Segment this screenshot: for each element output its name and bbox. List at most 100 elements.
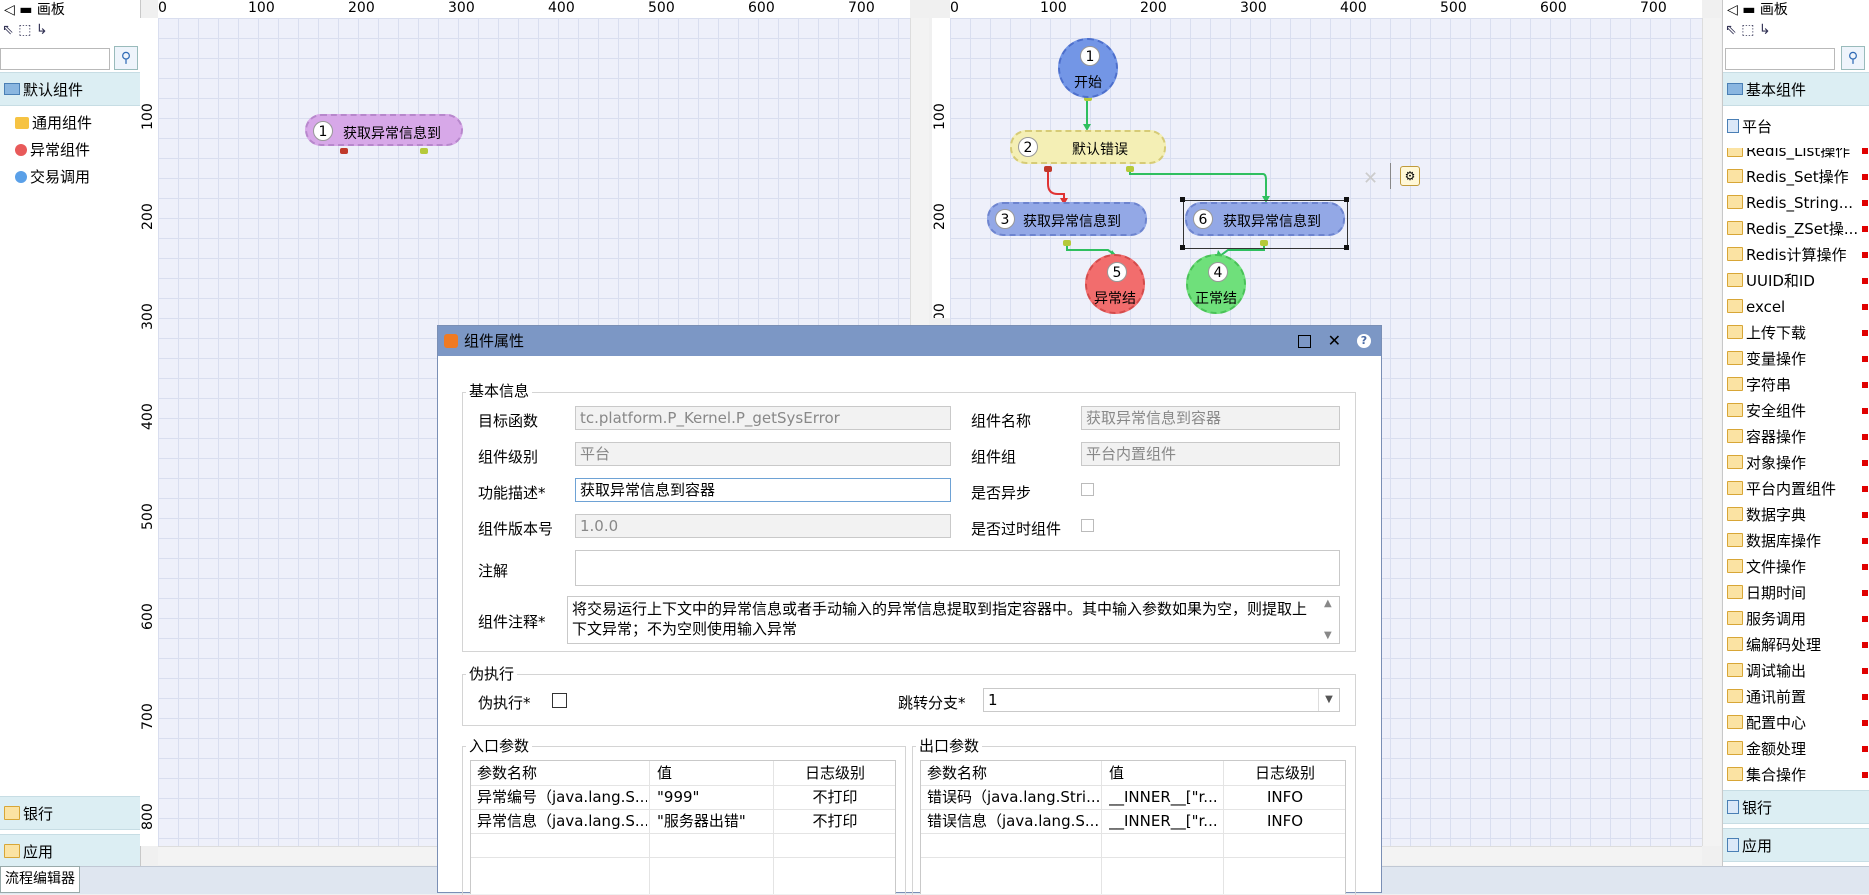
palette-item[interactable]: 日期时间 xyxy=(1727,582,1869,604)
palette-item[interactable]: 字符串 xyxy=(1727,374,1869,396)
connector-icon[interactable]: ↳ xyxy=(1759,22,1771,38)
palette-item[interactable]: 通讯前置 xyxy=(1727,686,1869,708)
deprecated-checkbox[interactable] xyxy=(1081,519,1094,532)
column-header[interactable]: 参数名称 xyxy=(927,761,987,785)
left-section-app[interactable]: 应用 xyxy=(0,834,140,868)
pseudo-exec-checkbox[interactable] xyxy=(552,693,567,708)
table-cell[interactable]: 错误信息（java.lang.S... xyxy=(927,809,1099,833)
flow-editor-tab[interactable]: 流程编辑器 xyxy=(0,866,80,893)
table-cell[interactable]: INFO xyxy=(1223,785,1345,809)
default-error-node[interactable]: 2 默认错误 xyxy=(1010,130,1166,164)
left-item-transaction[interactable]: 交易调用 xyxy=(15,166,90,188)
palette-item[interactable]: 配置中心 xyxy=(1727,712,1869,734)
palette-item[interactable]: Redis_String... xyxy=(1727,192,1869,214)
component-name-field[interactable]: 获取异常信息到容器 xyxy=(1081,406,1340,430)
table-cell[interactable]: __INNER__["r... xyxy=(1109,785,1221,809)
table-cell[interactable]: 不打印 xyxy=(773,809,895,833)
column-header[interactable]: 日志级别 xyxy=(1223,761,1345,785)
function-desc-field[interactable]: 获取异常信息到容器 xyxy=(575,478,951,502)
get-exception-node-3[interactable]: 3 获取异常信息到 xyxy=(987,202,1147,236)
palette-item[interactable]: Redis计算操作 xyxy=(1727,244,1869,266)
table-cell[interactable]: 异常编号（java.lang.S... xyxy=(477,785,647,809)
column-header[interactable]: 值 xyxy=(1109,761,1124,785)
left-section-default[interactable]: 默认组件 xyxy=(0,72,140,106)
palette-item[interactable]: 平台内置组件 xyxy=(1727,478,1869,500)
right-search-button[interactable]: ⚲ xyxy=(1841,46,1865,70)
palette-item[interactable]: excel xyxy=(1727,296,1869,318)
palette-item[interactable]: 数据库操作 xyxy=(1727,530,1869,552)
scroll-up-icon[interactable]: ▲ xyxy=(1324,598,1332,609)
left-item-general[interactable]: 通用组件 xyxy=(15,112,92,134)
palette-item[interactable]: 变量操作 xyxy=(1727,348,1869,370)
async-checkbox[interactable] xyxy=(1081,483,1094,496)
marquee-icon[interactable]: ⬚ xyxy=(1741,22,1754,38)
palette-item[interactable]: Redis_List操作 xyxy=(1727,148,1869,162)
node-port-error[interactable] xyxy=(340,148,348,154)
left-section-bank[interactable]: 银行 xyxy=(0,796,140,830)
right-section-bank[interactable]: 银行 xyxy=(1723,790,1869,824)
right-section-basic[interactable]: 基本组件 xyxy=(1723,72,1869,106)
column-header[interactable]: 参数名称 xyxy=(477,761,537,785)
palette-item[interactable]: 编解码处理 xyxy=(1727,634,1869,656)
branch-select[interactable]: 1 ▼ xyxy=(983,688,1340,712)
right-section-platform[interactable]: 平台 xyxy=(1727,116,1772,138)
pointer-icon[interactable]: ⇖ xyxy=(2,22,14,38)
left-search-input[interactable] xyxy=(0,48,110,70)
help-icon[interactable]: ? xyxy=(1357,334,1371,348)
collapse-icon[interactable]: ◁ ▬ xyxy=(1727,2,1760,18)
table-cell[interactable]: INFO xyxy=(1223,809,1345,833)
selection-handle[interactable] xyxy=(1180,245,1185,250)
version-field[interactable]: 1.0.0 xyxy=(575,514,951,538)
close-icon[interactable]: ✕ xyxy=(1328,326,1341,356)
palette-item[interactable]: 容器操作 xyxy=(1727,426,1869,448)
dialog-titlebar[interactable]: 组件属性 ✕ ? xyxy=(438,326,1381,356)
table-cell[interactable]: 异常信息（java.lang.S... xyxy=(477,809,647,833)
connector-icon[interactable]: ↳ xyxy=(36,22,48,38)
node-label: 正常结 xyxy=(1195,291,1237,307)
marquee-icon[interactable]: ⬚ xyxy=(18,22,31,38)
right-canvas-vscroll[interactable] xyxy=(1702,18,1721,846)
right-search-input[interactable] xyxy=(1725,48,1835,70)
edit-properties-icon[interactable]: ⚙ xyxy=(1400,166,1420,186)
palette-item[interactable]: 数据字典 xyxy=(1727,504,1869,526)
palette-item[interactable]: 服务调用 xyxy=(1727,608,1869,630)
left-search-button[interactable]: ⚲ xyxy=(114,46,138,70)
palette-item[interactable]: 集合操作 xyxy=(1727,764,1869,784)
scroll-down-icon[interactable]: ▼ xyxy=(1324,630,1332,641)
pointer-icon[interactable]: ⇖ xyxy=(1725,22,1737,38)
table-cell[interactable]: "服务器出错" xyxy=(657,809,771,833)
palette-item[interactable]: Redis_ZSet操... xyxy=(1727,218,1869,240)
palette-item[interactable]: 文件操作 xyxy=(1727,556,1869,578)
maximize-icon[interactable] xyxy=(1298,335,1311,348)
start-node[interactable]: 1 开始 xyxy=(1058,38,1118,98)
node-port-normal[interactable] xyxy=(420,148,428,154)
column-header[interactable]: 日志级别 xyxy=(773,761,895,785)
component-group-field[interactable]: 平台内置组件 xyxy=(1081,442,1340,466)
right-section-app[interactable]: 应用 xyxy=(1723,828,1869,862)
annotation-field[interactable] xyxy=(575,550,1340,586)
table-cell[interactable]: "999" xyxy=(657,785,771,809)
table-cell[interactable]: 不打印 xyxy=(773,785,895,809)
palette-item[interactable]: 上传下载 xyxy=(1727,322,1869,344)
palette-item[interactable]: Redis_Set操作 xyxy=(1727,166,1869,188)
table-cell[interactable]: __INNER__["r... xyxy=(1109,809,1221,833)
palette-item[interactable]: UUID和ID xyxy=(1727,270,1869,292)
collapse-icon[interactable]: ◁ ▬ xyxy=(4,2,37,18)
table-cell[interactable]: 错误码（java.lang.Stri... xyxy=(927,785,1099,809)
component-comment-field[interactable]: 将交易运行上下文中的异常信息或者手动输入的异常信息提取到指定容器中。其中输入参数… xyxy=(567,596,1340,644)
column-header[interactable]: 值 xyxy=(657,761,672,785)
component-level-field[interactable]: 平台 xyxy=(575,442,951,466)
palette-item[interactable]: 调试输出 xyxy=(1727,660,1869,682)
normal-end-node[interactable]: 4 正常结 xyxy=(1186,254,1246,314)
palette-item[interactable]: 安全组件 xyxy=(1727,400,1869,422)
left-node-get-exception[interactable]: 1 获取异常信息到 xyxy=(305,114,463,146)
close-icon[interactable]: ✕ xyxy=(1363,168,1378,189)
selection-handle[interactable] xyxy=(1180,197,1185,202)
palette-item[interactable]: 金额处理 xyxy=(1727,738,1869,760)
target-function-field[interactable]: tc.platform.P_Kernel.P_getSysError xyxy=(575,406,951,430)
palette-item[interactable]: 对象操作 xyxy=(1727,452,1869,474)
left-item-exception[interactable]: 异常组件 xyxy=(15,139,90,161)
error-end-node[interactable]: 5 异常结 xyxy=(1085,254,1145,314)
selection-handle[interactable] xyxy=(1344,245,1349,250)
selection-handle[interactable] xyxy=(1344,197,1349,202)
